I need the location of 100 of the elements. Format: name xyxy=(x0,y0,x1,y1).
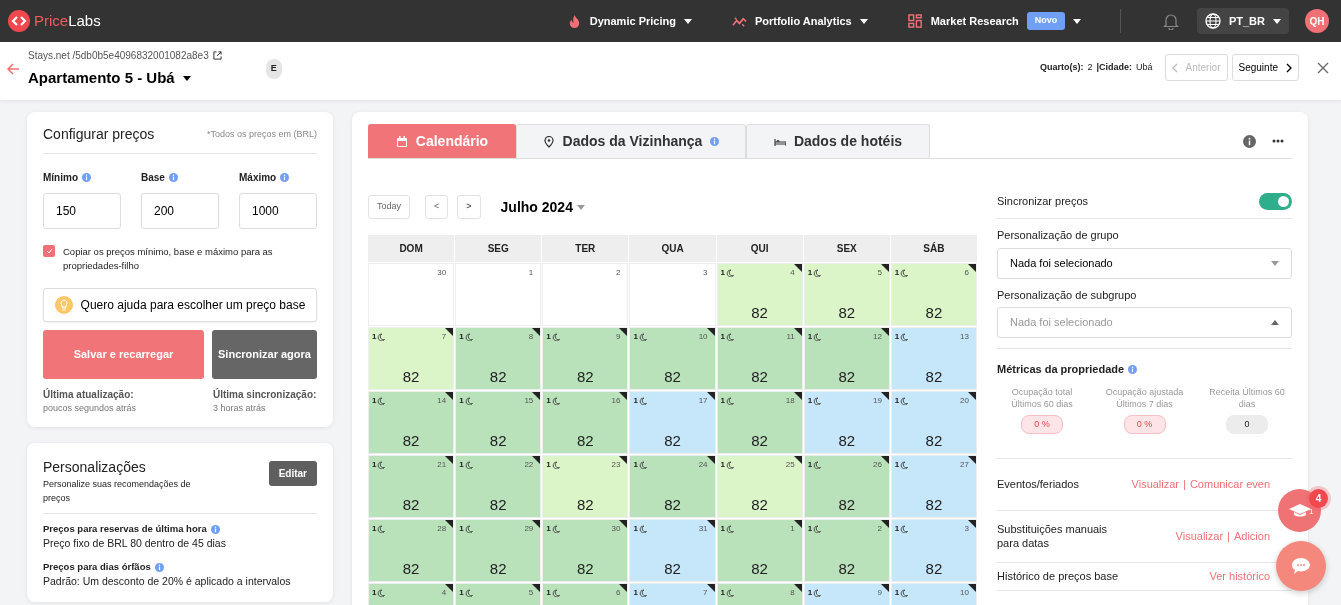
day-cell[interactable]: 1 5 xyxy=(455,583,542,605)
close-icon[interactable] xyxy=(1317,61,1329,74)
day-cell[interactable]: 1 2 82 xyxy=(803,519,890,582)
day-cell[interactable]: 1 8 xyxy=(716,583,803,605)
chat-button[interactable] xyxy=(1276,541,1326,591)
day-cell[interactable]: 1 7 82 xyxy=(368,327,455,390)
nav-menu[interactable]: Market Research Novo xyxy=(907,12,1082,30)
day-cell[interactable]: 1 14 82 xyxy=(368,391,455,454)
metric-value: 0 xyxy=(1226,414,1268,435)
day-cell[interactable]: 1 6 xyxy=(542,583,629,605)
day-cell[interactable]: 1 13 82 xyxy=(890,327,977,390)
day-cell[interactable]: 1 31 82 xyxy=(629,519,716,582)
next-month-button[interactable]: > xyxy=(457,195,481,219)
price-input[interactable]: 150 xyxy=(43,193,121,229)
day-cell[interactable]: 1 25 82 xyxy=(716,455,803,518)
breadcrumb-text: Stays.net /5db0b5e4096832001082a8e3 xyxy=(28,49,209,63)
moon-icon xyxy=(551,589,560,597)
day-cell[interactable]: 1 30 82 xyxy=(542,519,629,582)
day-cell[interactable]: 1 21 82 xyxy=(368,455,455,518)
day-cell[interactable]: 1 26 82 xyxy=(803,455,890,518)
small-count: 1 xyxy=(1309,506,1314,518)
day-cell[interactable]: 1 4 xyxy=(368,583,455,605)
day-cell[interactable]: 1 3 82 xyxy=(890,519,977,582)
day-cell[interactable]: 1 7 xyxy=(629,583,716,605)
sync-button[interactable]: Sincronizar agora xyxy=(212,329,317,379)
day-price: 82 xyxy=(750,430,769,451)
day-cell[interactable]: 1 1 82 xyxy=(716,519,803,582)
day-cell[interactable]: 1 27 82 xyxy=(890,455,977,518)
tab[interactable]: Dados de hotéis xyxy=(746,124,930,158)
graduation-cap-icon xyxy=(1288,503,1311,518)
moon-icon xyxy=(377,525,386,533)
day-cell[interactable]: 1 16 82 xyxy=(542,391,629,454)
day-cell[interactable]: 3 xyxy=(629,263,716,326)
external-link-icon[interactable] xyxy=(212,51,222,60)
day-number: 9 xyxy=(877,587,882,599)
moon-icon xyxy=(813,525,822,533)
metric-label: Ocupação total Últimos 60 dias xyxy=(1010,385,1074,411)
day-price: 82 xyxy=(488,558,508,579)
price-input[interactable]: 1000 xyxy=(239,193,317,229)
day-cell[interactable]: 1 23 82 xyxy=(542,455,629,518)
next-button[interactable]: Seguinte xyxy=(1231,54,1299,81)
day-cell[interactable]: 1 18 82 xyxy=(716,391,803,454)
day-number: 7 xyxy=(703,587,708,599)
status-label: Última sincronização: xyxy=(213,387,317,402)
day-cell[interactable]: 1 5 82 xyxy=(803,263,890,326)
nav-menu[interactable]: Dynamic Pricing xyxy=(566,12,692,30)
language-menu[interactable]: PT_BR xyxy=(1196,7,1289,35)
min-stay: 1 xyxy=(372,587,386,599)
tab[interactable]: Dados da Vizinhança xyxy=(516,124,746,158)
today-button[interactable]: Today xyxy=(368,195,411,219)
back-arrow-icon[interactable] xyxy=(6,62,20,76)
day-cell[interactable]: 1 6 82 xyxy=(890,263,977,326)
day-cell[interactable]: 1 12 82 xyxy=(803,327,890,390)
weekday-header: SEG xyxy=(455,235,542,262)
day-cell[interactable]: 2 xyxy=(542,263,629,326)
day-cell[interactable]: 1 11 82 xyxy=(716,327,803,390)
tag-label: E xyxy=(265,59,282,79)
day-cell[interactable]: 1 22 82 xyxy=(455,455,542,518)
day-cell[interactable]: 1 28 82 xyxy=(368,519,455,582)
checkmark-icon xyxy=(45,248,53,254)
bell-icon[interactable] xyxy=(1162,12,1179,30)
min-stay: 1 xyxy=(633,459,647,471)
day-number: 9 xyxy=(615,331,621,343)
help-button[interactable]: Quero ajuda para escolher um preço base xyxy=(43,287,317,322)
nav-menu[interactable]: Portfolio Analytics xyxy=(731,12,868,30)
day-cell[interactable]: 1 20 82 xyxy=(890,391,977,454)
day-cell[interactable]: 1 9 82 xyxy=(542,327,629,390)
day-cell[interactable]: 1 19 82 xyxy=(803,391,890,454)
min-stay: 1 xyxy=(372,395,386,407)
day-cell[interactable]: 1 8 82 xyxy=(455,327,542,390)
edit-button[interactable]: Editar xyxy=(268,461,317,486)
more-icon[interactable] xyxy=(1272,139,1284,143)
day-number: 14 xyxy=(437,395,447,407)
previous-month-button[interactable]: < xyxy=(425,195,449,219)
month-selector[interactable]: Julho 2024 xyxy=(494,195,591,219)
moon-icon xyxy=(900,269,909,277)
day-cell[interactable]: 1 4 82 xyxy=(716,263,803,326)
day-cell[interactable]: 1 10 xyxy=(890,583,977,605)
price-input[interactable]: 200 xyxy=(141,193,219,229)
day-cell[interactable]: 1 24 82 xyxy=(629,455,716,518)
day-price: 82 xyxy=(576,430,595,451)
day-cell[interactable]: 1 9 xyxy=(803,583,890,605)
day-cell[interactable]: 1 15 82 xyxy=(455,391,542,454)
day-price: 82 xyxy=(837,558,857,579)
checkbox[interactable] xyxy=(43,245,55,257)
day-cell[interactable]: 1 17 82 xyxy=(629,391,716,454)
property-selector[interactable]: Apartamento 5 - Ubá xyxy=(28,67,191,90)
moon-icon xyxy=(813,397,822,405)
info-icon[interactable] xyxy=(1243,134,1256,148)
day-cell[interactable]: 1 29 82 xyxy=(455,519,542,582)
day-cell[interactable]: 30 xyxy=(368,263,455,326)
toggle-switch[interactable] xyxy=(1259,193,1292,210)
day-cell[interactable]: 1 xyxy=(455,263,542,326)
group-select[interactable]: Nada foi selecionado xyxy=(997,247,1292,279)
min-stay: 1 xyxy=(894,395,909,407)
day-number: 2 xyxy=(877,523,882,535)
status-value: 3 horas atrás xyxy=(213,401,267,415)
day-cell[interactable]: 1 10 82 xyxy=(629,327,716,390)
caret-icon xyxy=(576,204,585,210)
min-stay: 1 xyxy=(720,459,734,471)
